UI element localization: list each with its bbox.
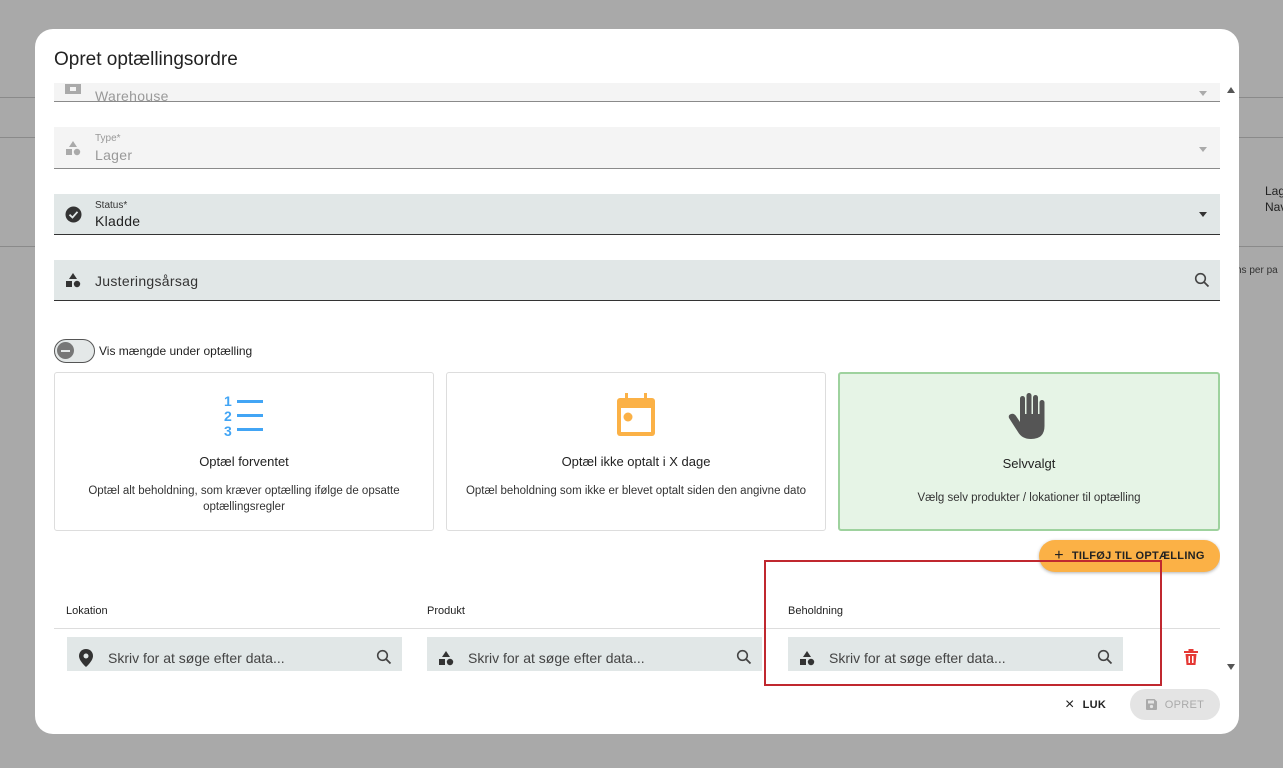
show-quantity-toggle-row: Vis mængde under optælling (54, 339, 252, 363)
toggle-knob (57, 342, 74, 359)
type-value: Lager (95, 147, 133, 163)
calendar-icon (616, 393, 656, 442)
adjustment-reason-input[interactable]: Justeringsårsag (95, 273, 198, 289)
background-divider (1239, 137, 1283, 138)
location-pin-icon (77, 649, 95, 667)
card-title: Selvvalgt (1002, 456, 1056, 471)
warehouse-field[interactable]: Warehouse (54, 83, 1220, 104)
category-icon (64, 271, 82, 289)
chevron-down-icon (1199, 212, 1207, 217)
self-selected-card[interactable]: Selvvalgt Vælg selv produkter / lokation… (838, 372, 1220, 531)
category-icon (437, 649, 455, 667)
column-header-product: Produkt (427, 605, 465, 617)
location-search-input[interactable]: Skriv for at søge efter data... (108, 650, 285, 666)
close-label: LUK (1082, 699, 1107, 711)
status-value: Kladde (95, 213, 141, 229)
product-search-field[interactable]: Skriv for at søge efter data... (427, 637, 762, 671)
type-field[interactable]: Type* Lager (54, 127, 1220, 169)
create-count-order-dialog: Opret optællingsordre Warehouse Type* La… (35, 29, 1239, 734)
status-field[interactable]: Status* Kladde (54, 194, 1220, 235)
search-icon (1194, 272, 1210, 293)
adjustment-reason-field[interactable]: Justeringsårsag (54, 260, 1220, 301)
hand-icon (1007, 392, 1051, 445)
check-circle-icon (64, 205, 82, 223)
scroll-down-arrow[interactable] (1227, 664, 1235, 670)
card-title: Optæl forventet (199, 454, 289, 469)
column-header-location: Lokation (66, 605, 108, 617)
location-search-field[interactable]: Skriv for at søge efter data... (67, 637, 402, 671)
create-label: OPRET (1164, 698, 1205, 711)
background-divider (0, 246, 35, 247)
scroll-up-arrow[interactable] (1227, 87, 1235, 93)
svg-text:3: 3 (224, 423, 232, 437)
category-icon (64, 139, 82, 157)
background-divider (0, 97, 35, 98)
close-button[interactable]: × LUK (1065, 691, 1106, 719)
background-rows-per-page: ns per pa (1236, 265, 1278, 276)
dialog-title: Opret optællingsordre (54, 49, 238, 70)
warehouse-icon (64, 83, 82, 98)
chevron-down-icon (1199, 91, 1207, 96)
create-button[interactable]: OPRET (1130, 689, 1220, 720)
background-divider (1239, 246, 1283, 247)
product-search-input[interactable]: Skriv for at søge efter data... (468, 650, 645, 666)
toggle-label: Vis mængde under optælling (99, 344, 253, 358)
close-icon: × (1065, 696, 1075, 713)
chevron-down-icon (1199, 147, 1207, 152)
card-description: Optæl alt beholdning, som kræver optælli… (88, 485, 400, 513)
card-title: Optæl ikke optalt i X dage (561, 454, 711, 469)
warehouse-value: Warehouse (95, 88, 169, 104)
background-text: Lag (1265, 184, 1283, 198)
search-icon (736, 649, 752, 670)
count-expected-card[interactable]: 1 2 3 Optæl forventet Optæl alt beholdni… (54, 372, 434, 531)
search-icon (376, 649, 392, 670)
card-description: Optæl beholdning som ikke er blevet opta… (465, 485, 807, 497)
delete-row-icon[interactable] (1184, 649, 1198, 670)
stock-column-highlight (764, 560, 1162, 686)
card-description: Vælg selv produkter / lokationer til opt… (917, 492, 1141, 504)
count-not-counted-card[interactable]: Optæl ikke optalt i X dage Optæl beholdn… (446, 372, 826, 531)
background-divider (1239, 97, 1283, 98)
show-quantity-toggle[interactable] (54, 339, 95, 363)
status-label: Status* (95, 200, 128, 211)
type-label: Type* (95, 133, 121, 144)
numbered-list-icon: 1 2 3 (224, 393, 264, 442)
save-icon (1145, 699, 1157, 710)
svg-text:2: 2 (224, 408, 232, 424)
background-text: Nav (1265, 200, 1283, 214)
background-divider (0, 137, 35, 138)
svg-text:1: 1 (224, 393, 232, 409)
